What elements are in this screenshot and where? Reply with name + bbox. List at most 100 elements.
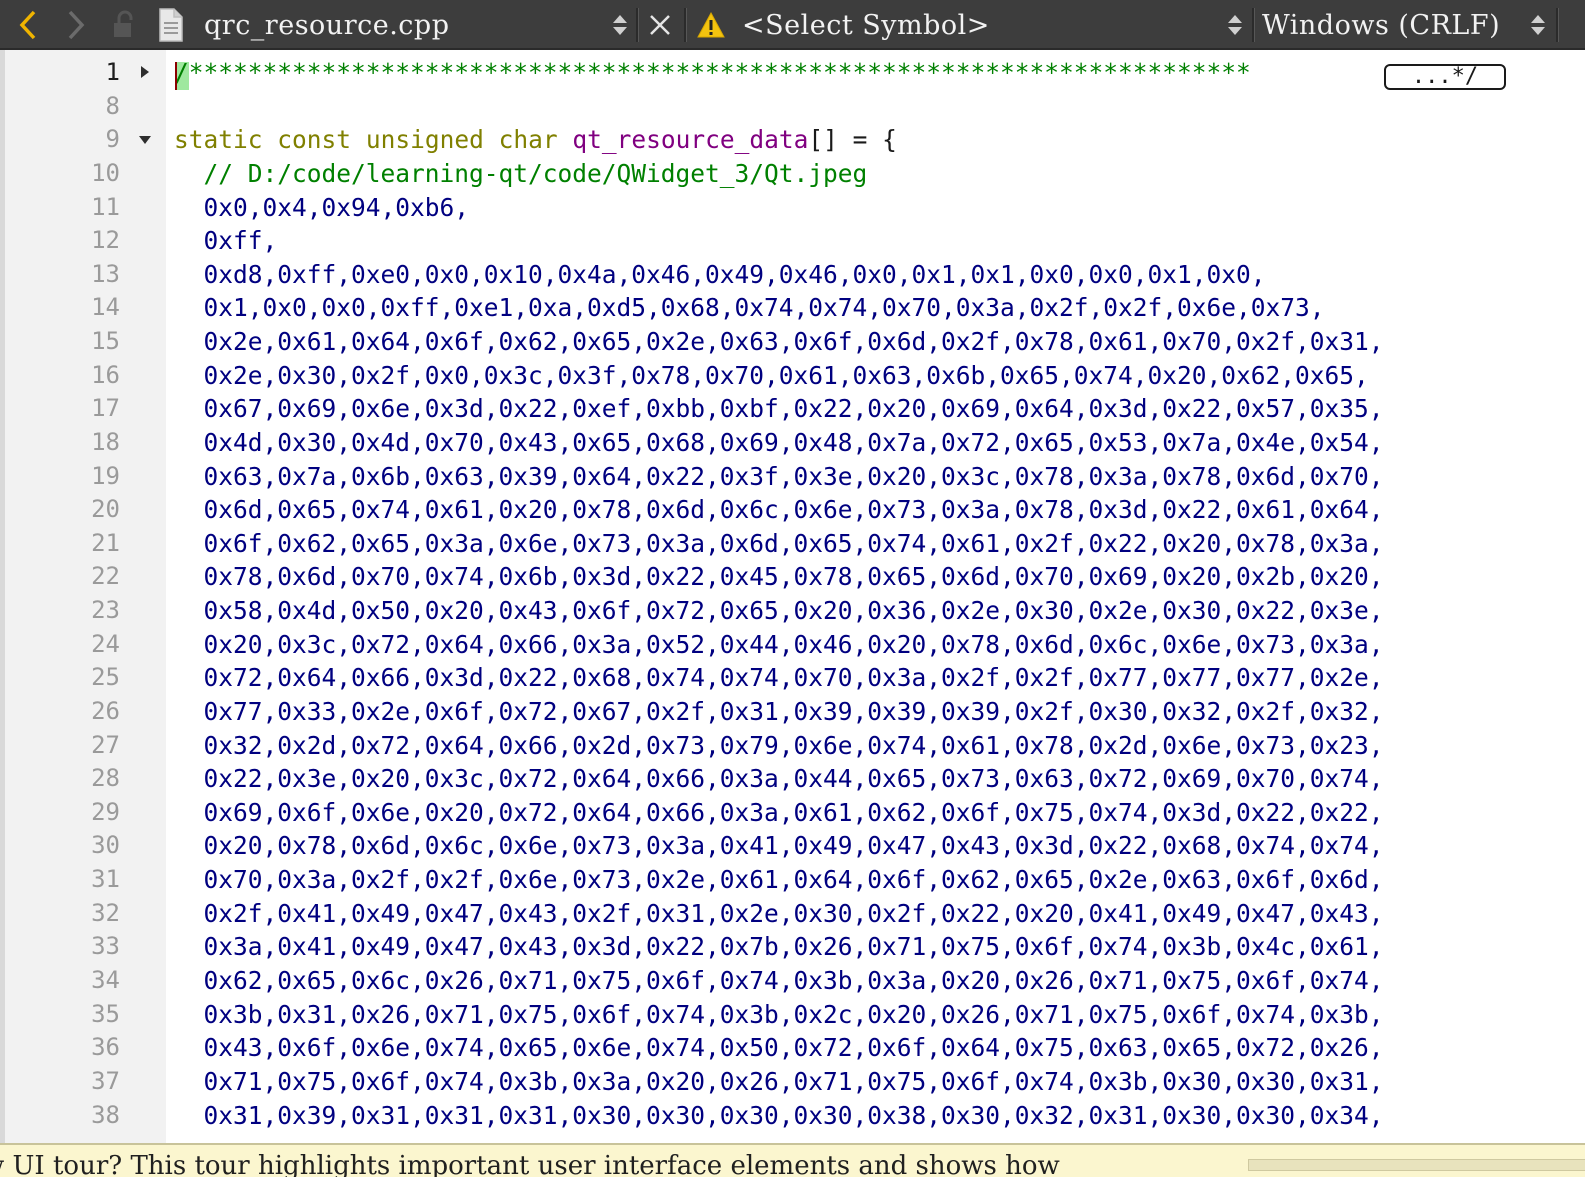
code-line[interactable]: 31 0x70,0x3a,0x2f,0x2f,0x6e,0x73,0x2e,0x… bbox=[0, 863, 1585, 897]
line-ending-updown-icon[interactable] bbox=[1530, 12, 1546, 38]
symbol-selector[interactable]: <Select Symbol> bbox=[742, 0, 990, 50]
code-text: /***************************************… bbox=[174, 56, 1251, 90]
code-text: 0x6d,0x65,0x74,0x61,0x20,0x78,0x6d,0x6c,… bbox=[174, 493, 1384, 527]
code-line[interactable]: 14 0x1,0x0,0x0,0xff,0xe1,0xa,0xd5,0x68,0… bbox=[0, 291, 1585, 325]
hex-literal-token: 0x6f,0x62,0x65,0x3a,0x6e,0x73,0x3a,0x6d,… bbox=[174, 528, 1384, 558]
code-line[interactable]: 15 0x2e,0x61,0x64,0x6f,0x62,0x65,0x2e,0x… bbox=[0, 325, 1585, 359]
code-text: 0x43,0x6f,0x6e,0x74,0x65,0x6e,0x74,0x50,… bbox=[174, 1031, 1384, 1065]
toolbar-divider bbox=[636, 8, 639, 42]
line-number: 22 bbox=[91, 562, 120, 591]
fold-expand-icon[interactable] bbox=[138, 56, 154, 89]
hex-literal-token: 0x71,0x75,0x6f,0x74,0x3b,0x3a,0x20,0x26,… bbox=[174, 1066, 1384, 1096]
code-text: 0x2e,0x61,0x64,0x6f,0x62,0x65,0x2e,0x63,… bbox=[174, 325, 1384, 359]
code-line[interactable]: 13 0xd8,0xff,0xe0,0x0,0x10,0x4a,0x46,0x4… bbox=[0, 258, 1585, 292]
hex-literal-token: 0x32,0x2d,0x72,0x64,0x66,0x2d,0x73,0x79,… bbox=[174, 730, 1384, 760]
symbol-selector-label: <Select Symbol> bbox=[742, 9, 990, 41]
code-line[interactable]: 22 0x78,0x6d,0x70,0x74,0x6b,0x3d,0x22,0x… bbox=[0, 560, 1585, 594]
fold-collapse-icon[interactable] bbox=[138, 123, 154, 156]
line-number: 11 bbox=[91, 192, 120, 221]
line-number: 37 bbox=[91, 1066, 120, 1095]
code-line[interactable]: 38 0x31,0x39,0x31,0x31,0x31,0x30,0x30,0x… bbox=[0, 1099, 1585, 1133]
code-line[interactable]: 35 0x3b,0x31,0x26,0x71,0x75,0x6f,0x74,0x… bbox=[0, 998, 1585, 1032]
file-name: qrc_resource.cpp bbox=[204, 9, 450, 41]
code-line[interactable]: 12 0xff, bbox=[0, 224, 1585, 258]
hex-literal-token: 0x20,0x3c,0x72,0x64,0x66,0x3a,0x52,0x44,… bbox=[174, 629, 1384, 659]
code-text: 0xff, bbox=[174, 224, 278, 258]
line-number: 15 bbox=[91, 327, 120, 356]
hex-literal-token: 0x20,0x78,0x6d,0x6c,0x6e,0x73,0x3a,0x41,… bbox=[174, 831, 1384, 861]
forward-arrow-icon[interactable] bbox=[62, 0, 90, 50]
hex-literal-token: 0xff, bbox=[174, 226, 278, 256]
line-number: 25 bbox=[91, 663, 120, 692]
code-line[interactable]: 9 static const unsigned char qt_resource_… bbox=[0, 123, 1585, 157]
code-line[interactable]: 11 0x0,0x4,0x94,0xb6, bbox=[0, 191, 1585, 225]
hex-literal-token: 0x3a,0x41,0x49,0x47,0x43,0x3d,0x22,0x7b,… bbox=[174, 932, 1384, 962]
lock-icon[interactable] bbox=[110, 0, 140, 50]
toolbar-divider bbox=[1556, 8, 1559, 42]
code-line[interactable]: 30 0x20,0x78,0x6d,0x6c,0x6e,0x73,0x3a,0x… bbox=[0, 829, 1585, 863]
hex-literal-token: 0x31,0x39,0x31,0x31,0x31,0x30,0x30,0x30,… bbox=[174, 1100, 1384, 1130]
line-number: 34 bbox=[91, 966, 120, 994]
code-line[interactable]: 34 0x62,0x65,0x6c,0x26,0x71,0x75,0x6f,0x… bbox=[0, 964, 1585, 998]
block-comment-token: /***************************************… bbox=[174, 58, 1251, 87]
line-number: 19 bbox=[91, 461, 120, 490]
code-line[interactable]: 8 bbox=[0, 90, 1585, 124]
line-number: 17 bbox=[91, 394, 120, 423]
hex-literal-token: 0x2e,0x61,0x64,0x6f,0x62,0x65,0x2e,0x63,… bbox=[174, 327, 1384, 357]
code-text: 0x20,0x78,0x6d,0x6c,0x6e,0x73,0x3a,0x41,… bbox=[174, 829, 1384, 863]
line-number: 32 bbox=[91, 898, 120, 927]
line-number: 26 bbox=[91, 696, 120, 725]
document-icon bbox=[158, 0, 184, 50]
code-text: 0x72,0x64,0x66,0x3d,0x22,0x68,0x74,0x74,… bbox=[174, 661, 1384, 695]
banner-scrollbar[interactable] bbox=[1248, 1159, 1585, 1171]
line-ending-selector[interactable]: Windows (CRLF) bbox=[1262, 0, 1500, 50]
code-text: 0x67,0x69,0x6e,0x3d,0x22,0xef,0xbb,0xbf,… bbox=[174, 392, 1384, 426]
code-line[interactable]: 16 0x2e,0x30,0x2f,0x0,0x3c,0x3f,0x78,0x7… bbox=[0, 359, 1585, 393]
code-text: 0x71,0x75,0x6f,0x74,0x3b,0x3a,0x20,0x26,… bbox=[174, 1065, 1384, 1099]
line-ending-label: Windows (CRLF) bbox=[1262, 9, 1501, 41]
hex-literal-token: 0x6d,0x65,0x74,0x61,0x20,0x78,0x6d,0x6c,… bbox=[174, 495, 1384, 525]
hex-literal-token: 0x58,0x4d,0x50,0x20,0x43,0x6f,0x72,0x65,… bbox=[174, 596, 1384, 626]
code-line[interactable]: 17 0x67,0x69,0x6e,0x3d,0x22,0xef,0xbb,0x… bbox=[0, 392, 1585, 426]
code-line[interactable]: 1 /**************************************… bbox=[0, 56, 1585, 90]
code-text: 0x2e,0x30,0x2f,0x0,0x3c,0x3f,0x78,0x70,0… bbox=[174, 359, 1369, 393]
code-line[interactable]: 18 0x4d,0x30,0x4d,0x70,0x43,0x65,0x68,0x… bbox=[0, 426, 1585, 460]
code-text: 0x3b,0x31,0x26,0x71,0x75,0x6f,0x74,0x3b,… bbox=[174, 998, 1384, 1032]
code-line[interactable]: 10 // D:/code/learning-qt/code/QWidget_3… bbox=[0, 157, 1585, 191]
warning-icon bbox=[696, 0, 726, 50]
close-icon[interactable] bbox=[647, 0, 673, 50]
symbol-selector-updown-icon[interactable] bbox=[1227, 12, 1243, 38]
code-line[interactable]: 28 0x22,0x3e,0x20,0x3c,0x72,0x64,0x66,0x… bbox=[0, 762, 1585, 796]
code-line[interactable]: 24 0x20,0x3c,0x72,0x64,0x66,0x3a,0x52,0x… bbox=[0, 628, 1585, 662]
code-line[interactable]: 37 0x71,0x75,0x6f,0x74,0x3b,0x3a,0x20,0x… bbox=[0, 1065, 1585, 1099]
code-line[interactable]: 27 0x32,0x2d,0x72,0x64,0x66,0x2d,0x73,0x… bbox=[0, 729, 1585, 763]
toolbar-divider bbox=[1252, 8, 1255, 42]
code-line[interactable]: 19 0x63,0x7a,0x6b,0x63,0x39,0x64,0x22,0x… bbox=[0, 460, 1585, 494]
line-number: 38 bbox=[91, 1100, 120, 1129]
punctuation-token bbox=[263, 125, 278, 154]
code-line[interactable]: 36 0x43,0x6f,0x6e,0x74,0x65,0x6e,0x74,0x… bbox=[0, 1031, 1585, 1065]
folded-block-marker[interactable]: ...*/ bbox=[1384, 64, 1506, 90]
ui-tour-banner: w UI tour? This tour highlights importan… bbox=[0, 1143, 1585, 1177]
code-line[interactable]: 25 0x72,0x64,0x66,0x3d,0x22,0x68,0x74,0x… bbox=[0, 661, 1585, 695]
line-number: 31 bbox=[91, 865, 120, 894]
code-line[interactable]: 33 0x3a,0x41,0x49,0x47,0x43,0x3d,0x22,0x… bbox=[0, 930, 1585, 964]
file-selector-updown-icon[interactable] bbox=[612, 12, 628, 38]
line-number: 28 bbox=[91, 764, 120, 793]
code-line[interactable]: 20 0x6d,0x65,0x74,0x61,0x20,0x78,0x6d,0x… bbox=[0, 493, 1585, 527]
line-number: 35 bbox=[91, 999, 120, 1028]
code-line[interactable]: 26 0x77,0x33,0x2e,0x6f,0x72,0x67,0x2f,0x… bbox=[0, 695, 1585, 729]
code-text: 0x20,0x3c,0x72,0x64,0x66,0x3a,0x52,0x44,… bbox=[174, 628, 1384, 662]
back-arrow-icon[interactable] bbox=[14, 0, 42, 50]
comment-token: // D:/code/learning-qt/code/QWidget_3/Qt… bbox=[174, 158, 868, 188]
code-line[interactable]: 23 0x58,0x4d,0x50,0x20,0x43,0x6f,0x72,0x… bbox=[0, 594, 1585, 628]
line-number: 27 bbox=[91, 730, 120, 759]
keyword-token: unsigned bbox=[365, 125, 484, 155]
hex-literal-token: 0x0,0x4,0x94,0xb6, bbox=[174, 192, 470, 222]
hex-literal-token: 0x67,0x69,0x6e,0x3d,0x22,0xef,0xbb,0xbf,… bbox=[174, 394, 1384, 424]
code-line[interactable]: 29 0x69,0x6f,0x6e,0x20,0x72,0x64,0x66,0x… bbox=[0, 796, 1585, 830]
file-selector[interactable]: qrc_resource.cpp bbox=[204, 0, 449, 50]
hex-literal-token: 0x78,0x6d,0x70,0x74,0x6b,0x3d,0x22,0x45,… bbox=[174, 562, 1384, 592]
code-line[interactable]: 21 0x6f,0x62,0x65,0x3a,0x6e,0x73,0x3a,0x… bbox=[0, 527, 1585, 561]
code-line[interactable]: 32 0x2f,0x41,0x49,0x47,0x43,0x2f,0x31,0x… bbox=[0, 897, 1585, 931]
